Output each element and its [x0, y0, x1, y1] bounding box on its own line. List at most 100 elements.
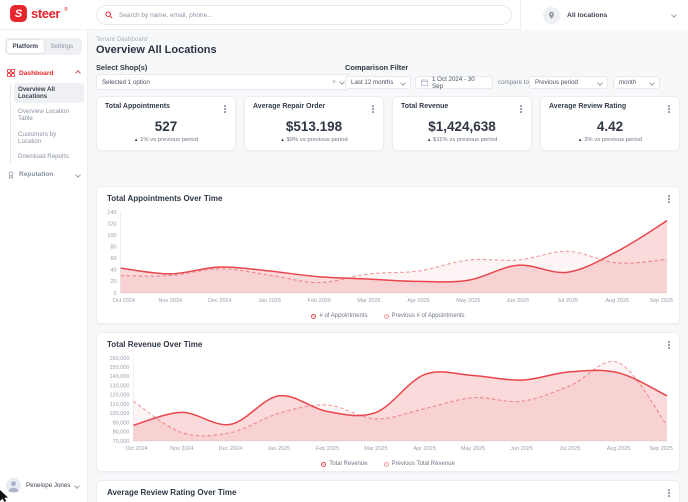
svg-text:60: 60 [110, 256, 116, 262]
kpi-card-average-repair-order: Average Repair Order $513.198 ▲ $9% vs p… [244, 96, 384, 151]
kebab-menu-icon[interactable] [518, 103, 524, 115]
svg-text:120: 120 [107, 221, 116, 227]
chart-card-total-appointments: Total Appointments Over Time 0 20 40 60 80 10… [96, 186, 680, 324]
location-selector-label: All locations [567, 11, 608, 19]
svg-text:Feb 2025: Feb 2025 [308, 298, 331, 304]
svg-text:Sep 2025: Sep 2025 [649, 298, 673, 304]
granularity-select[interactable]: month [613, 76, 660, 89]
svg-text:May 2025: May 2025 [456, 298, 480, 304]
chart-card-total-revenue: Total Revenue Over Time 70,000 80,000 90,0… [96, 332, 680, 472]
sidebar-item-label: Dashboard [19, 69, 54, 77]
chart-title: Average Review Rating Over Time [107, 488, 237, 497]
svg-text:Mar 2025: Mar 2025 [364, 446, 387, 452]
svg-text:Aug 2025: Aug 2025 [606, 298, 630, 304]
kebab-menu-icon[interactable] [666, 339, 672, 351]
legend-item: # of Appointments [311, 313, 368, 319]
award-icon [8, 171, 14, 179]
chart-title: Total Appointments Over Time [107, 194, 223, 203]
svg-text:40: 40 [110, 268, 116, 274]
global-search[interactable] [96, 5, 512, 25]
chevron-down-icon [75, 172, 81, 178]
svg-text:120,000: 120,000 [110, 393, 130, 399]
sidebar-item-download-reports[interactable]: Download Reports [14, 150, 84, 163]
legend-marker-icon [383, 313, 389, 319]
svg-text:Jul 2025: Jul 2025 [557, 298, 578, 304]
svg-text:Jan 2025: Jan 2025 [268, 446, 291, 452]
clear-icon[interactable]: × [332, 79, 336, 86]
svg-text:150,000: 150,000 [110, 365, 130, 371]
chart-legend: # of Appointments Previous # of Appointme… [97, 313, 679, 319]
svg-text:Jul 2025: Jul 2025 [560, 446, 581, 452]
kpi-value: 4.42 [596, 119, 624, 134]
svg-text:May 2025: May 2025 [461, 446, 485, 452]
svg-text:Dec 2024: Dec 2024 [208, 298, 232, 304]
svg-text:Oct 2024: Oct 2024 [113, 298, 135, 304]
kebab-menu-icon[interactable] [666, 193, 672, 205]
tab-settings[interactable]: Settings [44, 40, 81, 53]
delta-up-icon: ▲ [426, 137, 432, 142]
kebab-menu-icon[interactable] [666, 103, 672, 115]
legend-item: Previous # of Appointments [383, 313, 465, 319]
chart-card-average-review-rating: Average Review Rating Over Time [96, 480, 680, 502]
chevron-down-icon [339, 79, 345, 85]
svg-text:140,000: 140,000 [110, 374, 130, 380]
kpi-title: Average Repair Order [253, 103, 326, 110]
legend-item: Previous Total Revenue [383, 461, 455, 467]
kebab-menu-icon[interactable] [370, 103, 376, 115]
kpi-value: $513.198 [285, 119, 343, 134]
svg-text:Nov 2024: Nov 2024 [170, 446, 194, 452]
svg-text:110,000: 110,000 [110, 402, 129, 408]
sidebar-item-reputation[interactable]: Reputation [0, 167, 87, 183]
comparison-filter-label: Comparison Filter [345, 63, 409, 72]
chevron-down-icon [74, 482, 81, 489]
kpi-title: Average Review Rating [549, 103, 627, 110]
sidebar-item-customers-by-location[interactable]: Customers by Location [14, 128, 84, 148]
compare-select[interactable]: Previous period [529, 76, 608, 89]
kpi-value: 527 [154, 119, 178, 134]
shop-multiselect[interactable]: Selected 1 option × [96, 74, 350, 90]
kebab-menu-icon[interactable] [666, 487, 672, 499]
svg-text:0: 0 [114, 291, 117, 297]
period-select-value: Last 12 months [351, 79, 394, 86]
search-input[interactable] [119, 11, 503, 19]
kebab-menu-icon[interactable] [222, 103, 228, 115]
select-shops-label: Select Shop(s) [96, 63, 148, 72]
location-pin-icon [543, 6, 560, 24]
sidebar-item-overview-location-table[interactable]: Overview Location Table [14, 105, 84, 125]
compare-select-value: Previous period [535, 79, 578, 86]
kpi-card-total-revenue: Total Revenue $1,424,638 ▲ $11% vs previ… [392, 96, 532, 151]
chevron-down-icon [400, 79, 406, 86]
main-content: Tenant Dashboard Overview All Locations … [88, 30, 688, 502]
period-select[interactable]: Last 12 months [345, 76, 411, 89]
sidebar-item-dashboard[interactable]: Dashboard [0, 65, 87, 81]
chevron-down-icon [671, 12, 677, 18]
dashboard-icon [7, 69, 15, 77]
breadcrumb: Tenant Dashboard [96, 36, 148, 43]
mouse-cursor [0, 490, 8, 502]
compare-to-label: compare to [498, 79, 529, 86]
svg-text:160,000: 160,000 [110, 356, 130, 362]
date-range-value: 1 Oct 2024 - 30 Sep [432, 75, 475, 90]
kpi-card-average-review-rating: Average Review Rating 4.42 ▲ 3% vs previ… [540, 96, 680, 151]
svg-text:Jun 2025: Jun 2025 [510, 446, 533, 452]
steer-logo[interactable]: S steer ® [10, 5, 68, 22]
legend-marker-icon [383, 461, 389, 467]
location-selector[interactable]: All locations [521, 0, 688, 30]
dashboard-sub-menu: Overview All Locations Overview Location… [10, 83, 87, 163]
svg-text:Aug 2025: Aug 2025 [607, 446, 631, 452]
svg-text:90,000: 90,000 [113, 420, 130, 426]
chevron-down-icon [597, 79, 603, 86]
appointments-line-chart: 0 20 40 60 80 100 120 140 Oct 2024 Nov 2024 Dec 20… [101, 207, 675, 305]
user-menu[interactable]: Penelope Jones [6, 478, 81, 493]
tab-platform[interactable]: Platform [7, 40, 44, 53]
date-range-picker[interactable]: 1 Oct 2024 - 30 Sep [415, 75, 493, 90]
trademark-mark: ® [64, 6, 68, 13]
svg-text:70,000: 70,000 [113, 439, 130, 445]
chart-title: Total Revenue Over Time [107, 340, 203, 349]
calendar-icon [421, 79, 428, 86]
svg-text:Mar 2025: Mar 2025 [357, 298, 380, 304]
delta-up-icon: ▲ [280, 137, 285, 142]
sidebar-item-overview-all-locations[interactable]: Overview All Locations [14, 83, 84, 104]
kpi-delta: ▲ 3% vs previous period [577, 137, 643, 143]
search-icon [105, 11, 113, 19]
